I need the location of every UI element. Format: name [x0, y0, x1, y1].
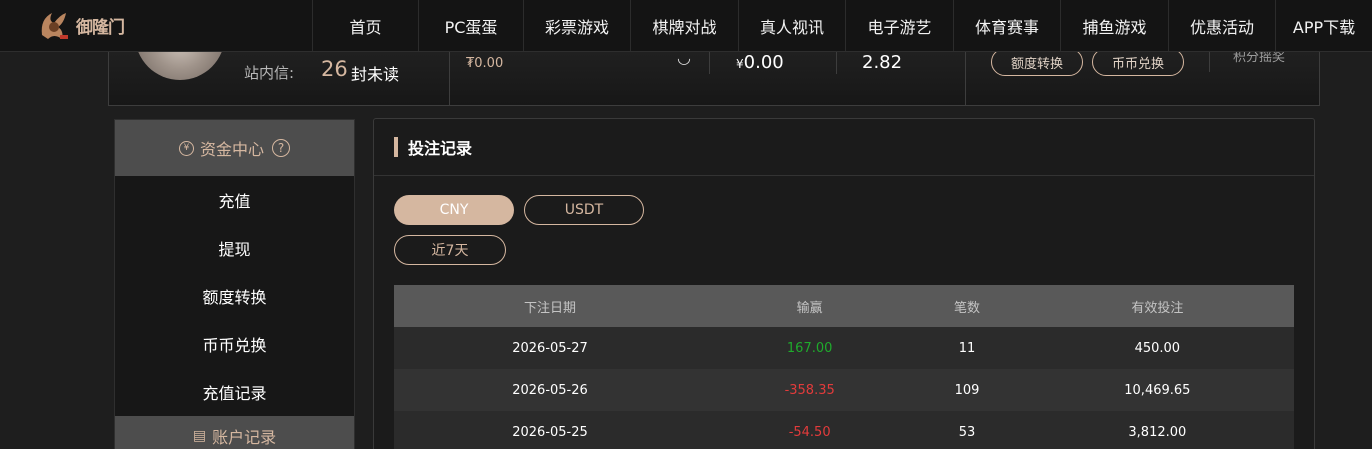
exchange-button[interactable]: 币币兑换: [1092, 48, 1184, 76]
sidebar-section-title: 账户记录: [212, 428, 277, 447]
column-header-valid-bet: 有效投注: [1020, 285, 1294, 327]
table-row: 2026-05-25 -54.50 53 3,812.00: [394, 411, 1294, 449]
cell-date: 2026-05-25: [394, 411, 707, 449]
logo[interactable]: 御隆门: [34, 5, 125, 45]
points-value: 2.82: [862, 52, 903, 73]
cell-date: 2026-05-27: [394, 327, 707, 369]
bet-records-table: 下注日期 输赢 笔数 有效投注 2026-05-27 167.00 11 450.00…: [394, 285, 1294, 449]
sidebar-item-deposit[interactable]: 充值: [115, 176, 354, 224]
message-label: 站内信:: [244, 64, 295, 82]
nav-slots[interactable]: 电子游艺: [845, 0, 953, 51]
table-body: 2026-05-27 167.00 11 450.00 2026-05-26 -358.3…: [394, 327, 1294, 449]
column-header-date: 下注日期: [394, 285, 707, 327]
title-accent-bar: [394, 137, 398, 157]
yen-circle-icon: ¥: [178, 140, 194, 156]
dragon-logo-icon: [41, 13, 68, 39]
top-navbar: 御隆门 首页 PC蛋蛋 彩票游戏 棋牌对战 真人视讯 电子游艺 体育赛事 捕鱼游…: [0, 0, 1372, 52]
table-row: 2026-05-27 167.00 11 450.00: [394, 327, 1294, 369]
cell-count: 109: [913, 369, 1021, 411]
divider: [965, 52, 966, 106]
cell-date: 2026-05-26: [394, 369, 707, 411]
currency-usdt-button[interactable]: USDT: [524, 195, 644, 225]
cell-valid-bet: 3,812.00: [1020, 411, 1294, 449]
column-header-profit: 输赢: [706, 285, 914, 327]
page-title: 投注记录: [408, 139, 473, 158]
logo-text: 御隆门: [76, 17, 125, 38]
user-info-panel: 站内信: 26 封未读 ₮0.00 ◡ ¥0.00 2.82 额度转换 币币兑换…: [108, 26, 1320, 106]
sidebar-item-transfer[interactable]: 额度转换: [115, 272, 354, 320]
cell-profit: -358.35: [706, 369, 914, 411]
nav-fishing[interactable]: 捕鱼游戏: [1060, 0, 1168, 51]
nav-promotions[interactable]: 优惠活动: [1168, 0, 1275, 51]
nav-app-download[interactable]: APP下载: [1275, 0, 1372, 51]
cell-valid-bet: 10,469.65: [1020, 369, 1294, 411]
transfer-button[interactable]: 额度转换: [991, 48, 1083, 76]
yen-symbol: ¥: [736, 57, 744, 71]
divider: [709, 52, 710, 74]
sidebar-item-withdraw[interactable]: 提现: [115, 224, 354, 272]
yen-balance: ¥0.00: [736, 52, 784, 73]
yen-balance-value: 0.00: [743, 52, 784, 73]
nav-live[interactable]: 真人视讯: [738, 0, 845, 51]
cell-valid-bet: 450.00: [1020, 327, 1294, 369]
divider: [449, 52, 450, 106]
main-nav: 首页 PC蛋蛋 彩票游戏 棋牌对战 真人视讯 电子游艺 体育赛事 捕鱼游戏 优惠…: [312, 0, 1372, 51]
nav-chess[interactable]: 棋牌对战: [630, 0, 738, 51]
bet-records-panel: 投注记录 CNY USDT 近7天 下注日期 输赢 笔数 有效投注 2026-0…: [373, 118, 1315, 449]
cell-profit: 167.00: [706, 327, 914, 369]
nav-sports[interactable]: 体育赛事: [953, 0, 1060, 51]
divider: [1209, 52, 1210, 72]
sidebar-item-exchange[interactable]: 币币兑换: [115, 320, 354, 368]
cell-count: 11: [913, 327, 1021, 369]
main-balance: ₮0.00: [466, 56, 504, 71]
divider: [836, 52, 837, 74]
record-icon: ▤: [192, 428, 207, 444]
currency-cny-button[interactable]: CNY: [394, 195, 514, 225]
help-icon[interactable]: ?: [272, 139, 290, 157]
sidebar-section-funds[interactable]: ¥ 资金中心 ?: [115, 120, 354, 176]
panel-header: 投注记录: [374, 119, 1314, 176]
cell-profit: -54.50: [706, 411, 914, 449]
period-7days-button[interactable]: 近7天: [394, 235, 506, 265]
nav-lottery[interactable]: 彩票游戏: [523, 0, 630, 51]
sidebar-section-title: 资金中心: [199, 140, 264, 159]
sidebar-item-deposit-records[interactable]: 充值记录: [115, 368, 354, 416]
table-header-row: 下注日期 输赢 笔数 有效投注: [394, 285, 1294, 327]
message-unread-label: 封未读: [351, 65, 400, 84]
nav-home[interactable]: 首页: [312, 0, 418, 51]
sidebar-section-records[interactable]: ▤ 账户记录: [115, 416, 354, 449]
cell-count: 53: [913, 411, 1021, 449]
sidebar: ¥ 资金中心 ? 充值 提现 额度转换 币币兑换 充值记录 ▤ 账户记录: [114, 119, 355, 449]
column-header-count: 笔数: [913, 285, 1021, 327]
table-row: 2026-05-26 -358.35 109 10,469.65: [394, 369, 1294, 411]
message-count[interactable]: 26: [321, 57, 348, 81]
nav-pc-dandan[interactable]: PC蛋蛋: [418, 0, 523, 51]
